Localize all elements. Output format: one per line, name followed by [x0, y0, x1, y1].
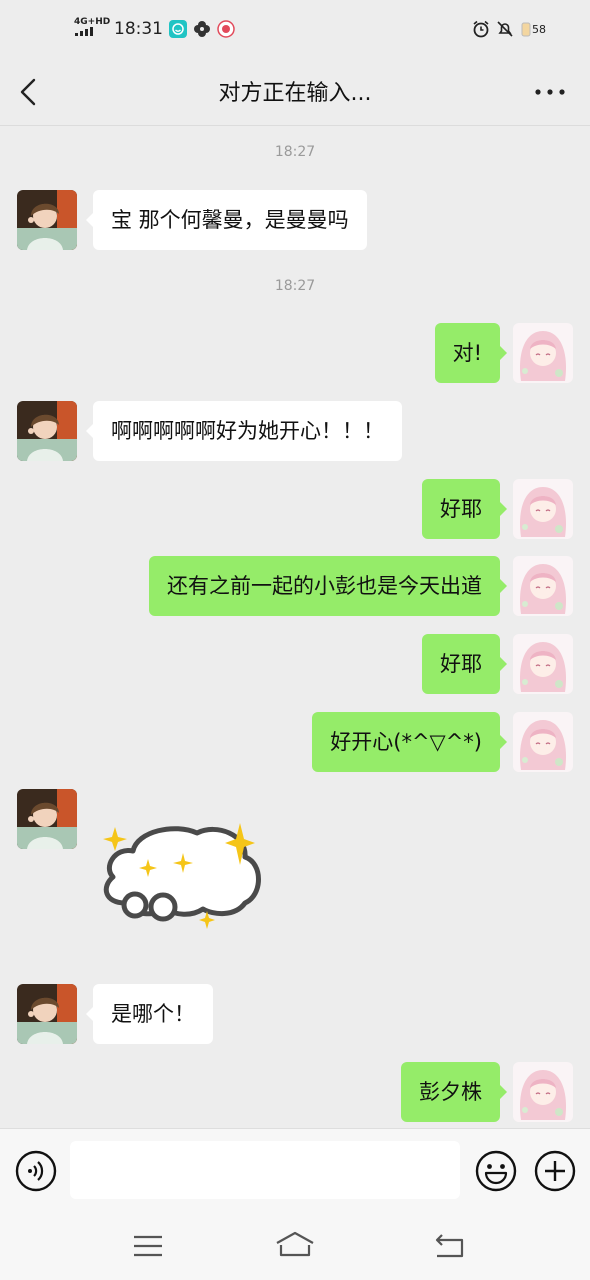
incoming-message[interactable]: 宝 那个何馨曼，是曼曼吗 — [86, 190, 367, 250]
incoming-message[interactable]: 啊啊啊啊啊好为她开心！！！ — [86, 401, 402, 461]
voice-icon — [15, 1150, 57, 1192]
sparkle-cloud-icon — [103, 823, 261, 929]
my-photo — [513, 634, 573, 694]
incoming-message[interactable]: 是哪个！ — [86, 984, 213, 1044]
outgoing-message[interactable]: 还有之前一起的小彭也是今天出道 — [149, 556, 507, 616]
battery-level: 58 — [532, 22, 546, 36]
contact-avatar[interactable] — [17, 789, 77, 849]
status-bar: 4G+HD 18:31 58 — [0, 0, 590, 62]
my-avatar[interactable] — [513, 556, 573, 616]
chat-header: 对方正在输入... — [0, 62, 590, 126]
my-avatar[interactable] — [513, 712, 573, 772]
outgoing-message[interactable]: 对! — [434, 323, 508, 383]
input-bar — [0, 1128, 590, 1212]
network-indicator: 4G+HD — [74, 17, 111, 39]
contact-photo — [17, 401, 77, 461]
emoji-button[interactable] — [474, 1149, 518, 1193]
my-photo — [513, 1062, 573, 1122]
more-dots-icon — [535, 89, 565, 95]
voice-button[interactable] — [14, 1149, 58, 1193]
menu-icon — [134, 1235, 162, 1257]
back-icon — [435, 1234, 464, 1258]
my-photo — [513, 479, 573, 539]
my-avatar[interactable] — [513, 1062, 573, 1122]
plus-button[interactable] — [533, 1149, 577, 1193]
fan-app-icon — [193, 20, 211, 38]
outgoing-message[interactable]: 好耶 — [422, 479, 507, 539]
contact-avatar[interactable] — [17, 401, 77, 461]
back-nav-button[interactable] — [430, 1228, 470, 1264]
emoji-icon — [475, 1150, 517, 1192]
my-photo — [513, 712, 573, 772]
status-time: 18:31 — [114, 18, 163, 39]
red-app-icon — [217, 19, 235, 38]
outgoing-message[interactable]: 好耶 — [422, 634, 507, 694]
contact-photo — [17, 190, 77, 250]
menu-button[interactable] — [128, 1228, 168, 1264]
chat-title: 对方正在输入... — [218, 81, 372, 106]
home-button[interactable] — [275, 1228, 315, 1264]
plus-icon — [534, 1150, 576, 1192]
outgoing-message[interactable]: 彭夕株 — [401, 1062, 507, 1122]
my-photo — [513, 323, 573, 383]
mute-bell-icon — [497, 21, 513, 37]
home-icon — [276, 1231, 314, 1257]
network-label: 4G+HD — [74, 17, 111, 27]
my-avatar[interactable] — [513, 323, 573, 383]
contact-avatar[interactable] — [17, 984, 77, 1044]
outgoing-message[interactable]: 好开心(*^▽^*) — [312, 712, 507, 772]
alarm-icon — [473, 20, 489, 38]
timestamp: 18:27 — [274, 144, 316, 160]
battery-icon: 58 — [520, 21, 546, 37]
contact-photo — [17, 984, 77, 1044]
my-avatar[interactable] — [513, 479, 573, 539]
sparkle-cloud-sticker[interactable] — [95, 817, 270, 946]
my-photo — [513, 556, 573, 616]
contact-photo — [17, 789, 77, 849]
message-list[interactable]: 18:27 宝 那个何馨曼，是曼曼吗 18:27 对! 啊啊啊啊啊好为她开心！！… — [0, 127, 590, 1127]
signal-icon — [75, 27, 93, 36]
my-avatar[interactable] — [513, 634, 573, 694]
system-nav-bar — [0, 1212, 590, 1280]
app-notification-icon — [169, 19, 187, 38]
message-input[interactable] — [70, 1141, 460, 1199]
contact-avatar[interactable] — [17, 190, 77, 250]
timestamp: 18:27 — [274, 278, 316, 294]
more-button[interactable] — [530, 76, 570, 108]
